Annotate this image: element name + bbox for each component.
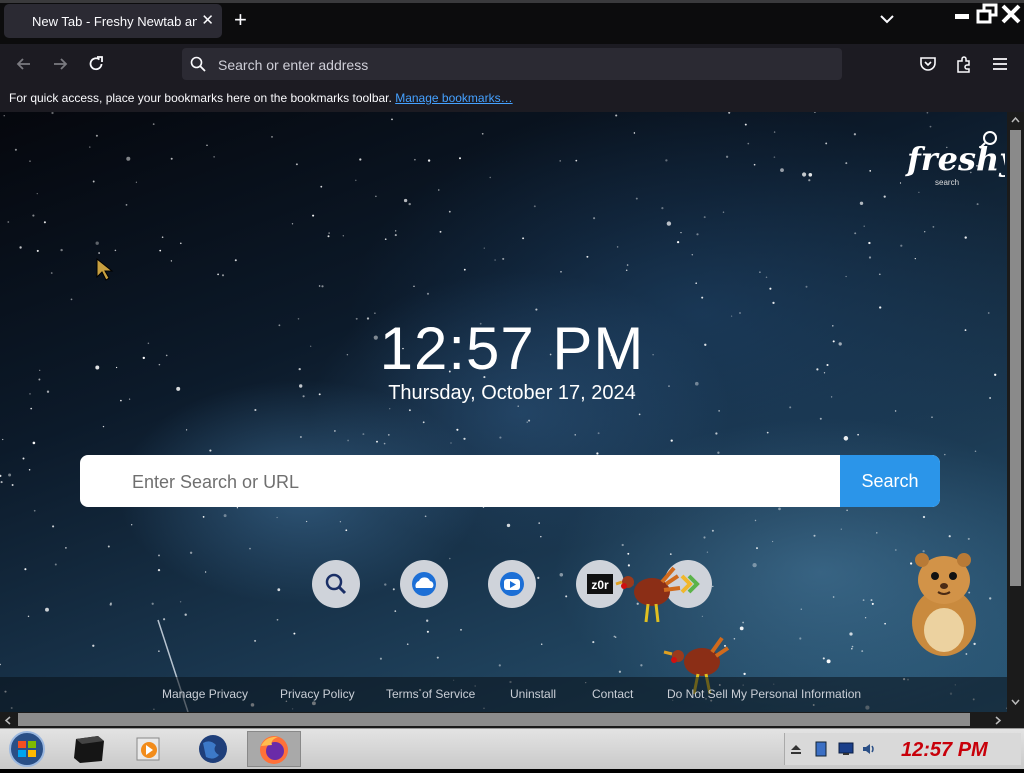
minimize-icon[interactable] xyxy=(952,3,974,25)
extensions-icon[interactable] xyxy=(954,54,974,74)
quick-link-video[interactable] xyxy=(488,560,536,608)
clock: 12:57 PM xyxy=(379,315,645,382)
footer-link-terms[interactable]: Terms of Service xyxy=(386,687,475,701)
web-search-input[interactable] xyxy=(130,467,834,497)
footer-link-do-not-sell[interactable]: Do Not Sell My Personal Information xyxy=(667,687,861,701)
tray-network-icon[interactable] xyxy=(837,741,855,757)
new-tab-button[interactable]: + xyxy=(234,9,247,31)
footer-link-manage-privacy[interactable]: Manage Privacy xyxy=(162,687,248,701)
scroll-right-icon[interactable] xyxy=(994,716,1002,725)
menu-icon[interactable] xyxy=(990,54,1010,74)
footer: Manage Privacy Privacy Policy Terms of S… xyxy=(0,677,1007,712)
back-icon[interactable] xyxy=(14,54,34,74)
web-search-box: Search xyxy=(80,455,940,507)
cloud-upload-icon xyxy=(412,572,436,596)
tray-clock[interactable]: 12:57 PM xyxy=(901,739,988,762)
pocket-icon[interactable] xyxy=(918,54,938,74)
footer-link-contact[interactable]: Contact xyxy=(592,687,633,701)
terminal-icon xyxy=(74,736,104,763)
tab-close-icon[interactable]: ✕ xyxy=(201,11,214,29)
quick-link-cloud[interactable] xyxy=(400,560,448,608)
taskbar: 12:57 PM xyxy=(0,728,1024,769)
horizontal-scroll-thumb[interactable] xyxy=(18,713,970,726)
taskbar-app-globe[interactable] xyxy=(186,731,240,767)
starfield-background xyxy=(0,112,1007,712)
tray-device-icon[interactable] xyxy=(813,740,829,758)
tab-title: New Tab - Freshy Newtab and xyxy=(32,14,197,29)
title-bar-accent xyxy=(0,0,1024,3)
quick-link-search[interactable] xyxy=(312,560,360,608)
forward-icon[interactable] xyxy=(50,54,70,74)
vertical-scrollbar[interactable] xyxy=(1007,112,1024,712)
taskbar-app-terminal[interactable] xyxy=(62,731,116,767)
tray-volume-icon[interactable] xyxy=(861,741,877,757)
tray-eject-icon[interactable] xyxy=(789,743,803,755)
hamster-pet[interactable] xyxy=(902,552,987,657)
taskbar-app-media-player[interactable] xyxy=(122,731,176,767)
freshy-logo[interactable]: freshy search xyxy=(905,130,1005,190)
date: Thursday, October 17, 2024 xyxy=(388,382,636,404)
turkey-pet[interactable] xyxy=(612,562,682,632)
firefox-icon xyxy=(260,736,288,764)
horizontal-scrollbar[interactable] xyxy=(0,712,1024,728)
footer-link-uninstall[interactable]: Uninstall xyxy=(510,687,556,701)
z0r-text: z0r xyxy=(591,578,609,592)
media-player-icon xyxy=(136,737,160,761)
footer-link-privacy-policy[interactable]: Privacy Policy xyxy=(280,687,355,701)
reload-icon[interactable] xyxy=(86,54,106,74)
search-icon xyxy=(325,573,347,595)
scroll-up-icon[interactable] xyxy=(1011,116,1020,124)
taskbar-app-firefox[interactable] xyxy=(247,731,301,767)
video-play-icon xyxy=(500,572,524,596)
close-window-icon[interactable] xyxy=(1000,3,1022,25)
bookmarks-toolbar: For quick access, place your bookmarks h… xyxy=(0,84,1024,112)
tab-active[interactable]: New Tab - Freshy Newtab and ✕ xyxy=(4,4,222,38)
globe-icon xyxy=(199,735,227,763)
scroll-down-icon[interactable] xyxy=(1011,698,1020,706)
svg-text:freshy: freshy xyxy=(905,140,1005,178)
vertical-scroll-thumb[interactable] xyxy=(1010,130,1021,586)
new-tab-page: freshy search 12:57 PM Thursday, October… xyxy=(0,112,1007,712)
title-bar: New Tab - Freshy Newtab and ✕ + xyxy=(0,0,1024,44)
navigation-toolbar xyxy=(0,44,1024,84)
system-tray: 12:57 PM xyxy=(784,733,1021,765)
mouse-cursor-icon xyxy=(96,257,114,281)
address-input[interactable] xyxy=(216,54,820,76)
bookmarks-hint: For quick access, place your bookmarks h… xyxy=(9,91,392,105)
search-icon xyxy=(190,56,206,72)
address-bar[interactable] xyxy=(182,48,842,80)
list-tabs-chevron-icon[interactable] xyxy=(878,10,896,28)
restore-icon[interactable] xyxy=(976,3,998,25)
manage-bookmarks-link[interactable]: Manage bookmarks… xyxy=(395,91,512,105)
start-button-icon[interactable] xyxy=(6,730,48,768)
search-button[interactable]: Search xyxy=(840,455,940,507)
scroll-left-icon[interactable] xyxy=(4,716,12,725)
svg-text:search: search xyxy=(935,178,959,187)
